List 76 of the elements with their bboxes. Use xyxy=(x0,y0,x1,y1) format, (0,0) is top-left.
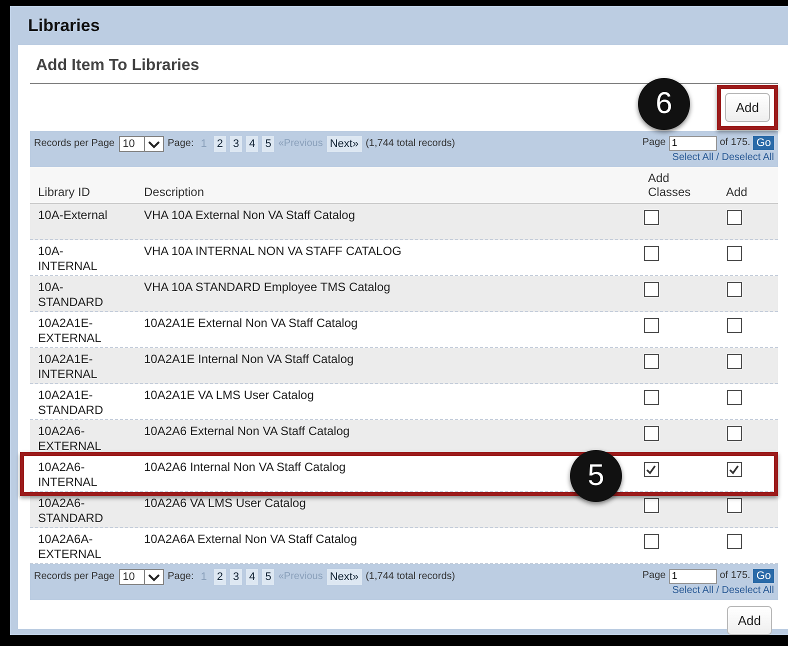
step-callout: 6 xyxy=(638,78,690,130)
checkbox[interactable] xyxy=(644,354,658,369)
checkbox[interactable] xyxy=(644,462,658,477)
select-all-link[interactable]: Select All / Deselect All xyxy=(672,585,774,596)
add-button[interactable]: Add xyxy=(726,606,772,635)
page-input[interactable]: 1 xyxy=(668,136,717,150)
column-header: Description xyxy=(143,185,204,201)
checkbox[interactable] xyxy=(644,246,658,261)
table-cell-text: 10A2A1E-INTERNAL xyxy=(37,351,98,383)
table-cell-text: 10A2A6-STANDARD xyxy=(37,495,104,527)
table-cell-text: 10A2A6 Internal Non VA Staff Catalog xyxy=(143,459,346,476)
page-link[interactable]: 5 xyxy=(262,136,274,152)
page-link[interactable]: 3 xyxy=(230,136,242,152)
page-link[interactable]: 5 xyxy=(262,569,274,585)
column-header: Add xyxy=(725,185,748,201)
checkbox[interactable] xyxy=(644,390,658,405)
table-cell-text: 10A-INTERNAL xyxy=(37,243,98,275)
records-label: Records per Page xyxy=(34,570,115,584)
checkbox[interactable] xyxy=(726,534,742,549)
total-records: (1,744 total records) xyxy=(366,570,456,584)
table-cell-text: 10A2A6 VA LMS User Catalog xyxy=(143,495,306,512)
page-label: Page: xyxy=(168,570,194,584)
checkbox[interactable] xyxy=(726,354,742,369)
table-cell-text: VHA 10A External Non VA Staff Catalog xyxy=(143,207,356,224)
checkbox[interactable] xyxy=(644,498,658,513)
page-count: of 175. xyxy=(720,136,750,150)
page-label: Page: xyxy=(168,137,194,151)
checkbox[interactable] xyxy=(644,318,658,333)
checkbox[interactable] xyxy=(726,462,742,477)
table-cell-text: 10A2A1E External Non VA Staff Catalog xyxy=(143,315,358,332)
table-cell-text: 10A2A6A External Non VA Staff Catalog xyxy=(143,531,358,548)
next-link[interactable]: Next» xyxy=(326,136,362,152)
add-button[interactable]: Add xyxy=(724,93,770,122)
column-header: Library ID xyxy=(37,185,92,201)
page-label: Page xyxy=(642,136,666,150)
page-label: Page xyxy=(642,569,666,583)
table-cell-text: 10A2A6A-EXTERNAL xyxy=(37,531,102,563)
per-page-select[interactable]: 10 xyxy=(118,569,164,585)
page-link[interactable]: 2 xyxy=(214,136,226,152)
page-link[interactable]: 2 xyxy=(214,569,226,585)
checkbox[interactable] xyxy=(644,210,658,225)
table-cell-text: 10A2A1E-EXTERNAL xyxy=(37,315,102,347)
checkbox[interactable] xyxy=(726,498,742,513)
checkbox[interactable] xyxy=(726,246,742,261)
table-cell-text: 10A2A1E Internal Non VA Staff Catalog xyxy=(143,351,354,368)
per-page-select[interactable]: 10 xyxy=(118,136,164,152)
table-cell-text: VHA 10A STANDARD Employee TMS Catalog xyxy=(143,279,390,296)
checkbox[interactable] xyxy=(726,318,742,333)
records-label: Records per Page xyxy=(34,137,115,151)
checkbox[interactable] xyxy=(726,210,742,225)
page-input[interactable]: 1 xyxy=(668,568,717,584)
checkbox[interactable] xyxy=(644,426,658,441)
table-cell-text: 10A2A6-EXTERNAL xyxy=(37,423,102,455)
table-cell-text: 10A2A1E-STANDARD xyxy=(37,387,104,419)
go-button[interactable]: Go xyxy=(753,569,774,583)
select-all-link[interactable]: Select All / Deselect All xyxy=(672,152,774,163)
page-count: of 175. xyxy=(720,569,750,583)
table-cell-text: 10A2A6 External Non VA Staff Catalog xyxy=(143,423,350,440)
next-link[interactable]: Next» xyxy=(326,569,362,585)
table-cell-text: 10A2A6-INTERNAL xyxy=(37,459,98,491)
checkbox[interactable] xyxy=(726,426,742,441)
window-title: Libraries xyxy=(28,16,100,36)
page-link[interactable]: 3 xyxy=(230,569,242,585)
total-records: (1,744 total records) xyxy=(366,137,456,151)
checkbox[interactable] xyxy=(726,282,742,297)
checkbox[interactable] xyxy=(644,282,658,297)
go-button[interactable]: Go xyxy=(753,136,774,150)
column-header: Add Classes xyxy=(648,171,692,201)
table-cell-text: 10A-External xyxy=(37,207,108,224)
checkbox[interactable] xyxy=(726,390,742,405)
table-cell-text: 10A2A1E VA LMS User Catalog xyxy=(143,387,314,404)
checkbox[interactable] xyxy=(644,534,658,549)
table-cell-text: VHA 10A INTERNAL NON VA STAFF CATALOG xyxy=(143,243,402,260)
page-link[interactable]: 4 xyxy=(246,136,258,152)
page-link[interactable]: 4 xyxy=(246,569,258,585)
table-cell-text: 10A-STANDARD xyxy=(37,279,104,311)
